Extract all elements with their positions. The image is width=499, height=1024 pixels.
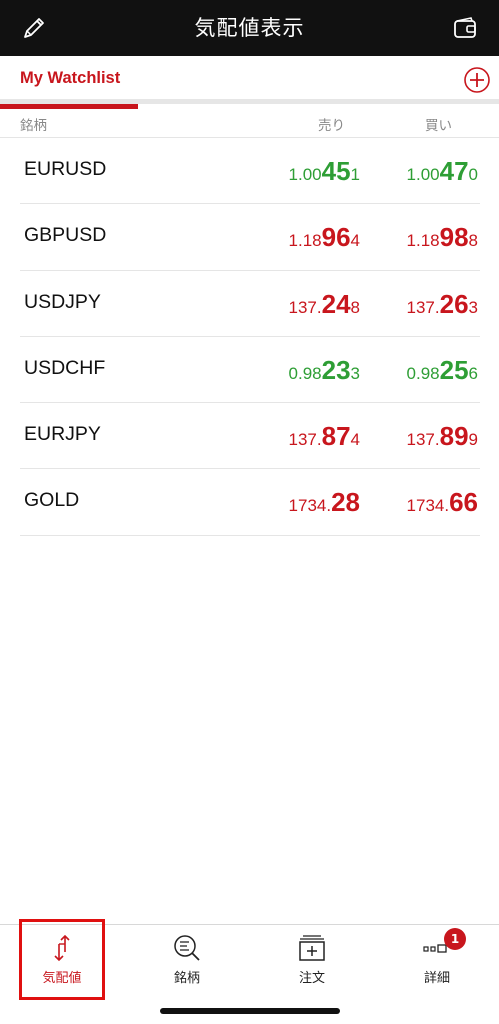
column-header-row: 銘柄 売り 買い <box>0 108 499 138</box>
ask-price-pips: 89 <box>439 421 469 452</box>
nav-item-symbols[interactable]: 銘柄 <box>125 925 249 1001</box>
tab-my-watchlist[interactable]: My Watchlist <box>0 56 138 109</box>
ask-price-fraction: 9 <box>468 430 478 450</box>
quote-row[interactable]: EURJPY 137.874 137.899 <box>20 403 480 470</box>
page-title: 気配値表示 <box>194 16 305 40</box>
symbol-name: GOLD <box>24 489 80 512</box>
symbol-name: USDJPY <box>24 290 101 313</box>
home-indicator <box>160 1008 340 1014</box>
nav-item-details[interactable]: 1 詳細 <box>375 925 499 1001</box>
quote-row[interactable]: USDJPY 137.248 137.263 <box>20 271 480 337</box>
quote-row[interactable]: GOLD 1734.28 1734.66 <box>20 469 480 536</box>
quote-row[interactable]: USDCHF 0.98233 0.98256 <box>20 337 480 404</box>
ask-price[interactable]: 1.00470 <box>338 156 478 187</box>
bid-price-prefix: 1.00 <box>288 165 322 184</box>
search-list-icon <box>174 935 200 961</box>
bid-price-prefix: 137. <box>288 297 322 317</box>
ask-price-prefix: 137. <box>406 297 440 317</box>
ask-price-prefix: 0.98 <box>406 363 440 383</box>
ask-price[interactable]: 137.899 <box>338 421 478 452</box>
nav-label: 詳細 <box>423 971 450 986</box>
quote-list: EURUSD 1.00451 1.00470 GBPUSD 1.18964 1.… <box>20 138 480 536</box>
ask-price-prefix: 1734. <box>406 496 450 516</box>
ask-price-prefix: 1.00 <box>406 165 440 184</box>
ask-price-pips: 26 <box>439 288 469 319</box>
ask-price-pips: 47 <box>439 156 469 186</box>
bid-price-prefix: 1.18 <box>288 231 322 251</box>
ask-price-fraction: 6 <box>468 363 478 383</box>
bid-price-prefix: 1734. <box>288 496 332 516</box>
ask-price-pips: 25 <box>439 354 469 385</box>
ask-price[interactable]: 1.18988 <box>338 222 478 253</box>
ask-price-fraction: 0 <box>468 165 478 184</box>
nav-item-order[interactable]: 注文 <box>250 925 374 1001</box>
highlight-box <box>19 919 105 1000</box>
ask-price-pips: 98 <box>439 222 469 253</box>
symbol-name: EURJPY <box>24 423 101 446</box>
ask-price-prefix: 1.18 <box>406 231 440 251</box>
symbol-name: EURUSD <box>24 158 107 180</box>
notification-badge: 1 <box>444 928 466 950</box>
tab-label: My Watchlist <box>20 69 121 87</box>
symbol-name: GBPUSD <box>24 224 107 247</box>
watchlist-tabs: My Watchlist <box>0 56 499 109</box>
ask-price[interactable]: 0.98256 <box>338 355 478 386</box>
quote-row[interactable]: GBPUSD 1.18964 1.18988 <box>20 204 480 271</box>
ask-price-pips: 66 <box>449 487 478 518</box>
quote-row[interactable]: EURUSD 1.00451 1.00470 <box>20 138 480 205</box>
ask-price[interactable]: 137.263 <box>338 289 478 320</box>
ask-price[interactable]: 1734.66 <box>338 487 478 518</box>
column-header-ask: 買い <box>425 118 452 134</box>
wallet-icon[interactable] <box>451 14 479 42</box>
nav-label: 銘柄 <box>173 971 200 986</box>
bid-price-prefix: 0.98 <box>288 363 322 383</box>
add-watchlist-icon[interactable] <box>463 66 491 94</box>
ask-price-fraction: 3 <box>468 297 478 317</box>
nav-label: 注文 <box>298 971 325 986</box>
top-app-bar: 気配値表示 <box>0 0 499 56</box>
symbol-name: USDCHF <box>24 356 106 379</box>
bid-price-prefix: 137. <box>288 430 322 450</box>
column-header-bid: 売り <box>318 118 345 134</box>
order-icon <box>299 935 325 961</box>
ask-price-prefix: 137. <box>406 430 440 450</box>
ask-price-fraction: 8 <box>468 231 478 251</box>
column-header-symbol: 銘柄 <box>20 118 47 134</box>
